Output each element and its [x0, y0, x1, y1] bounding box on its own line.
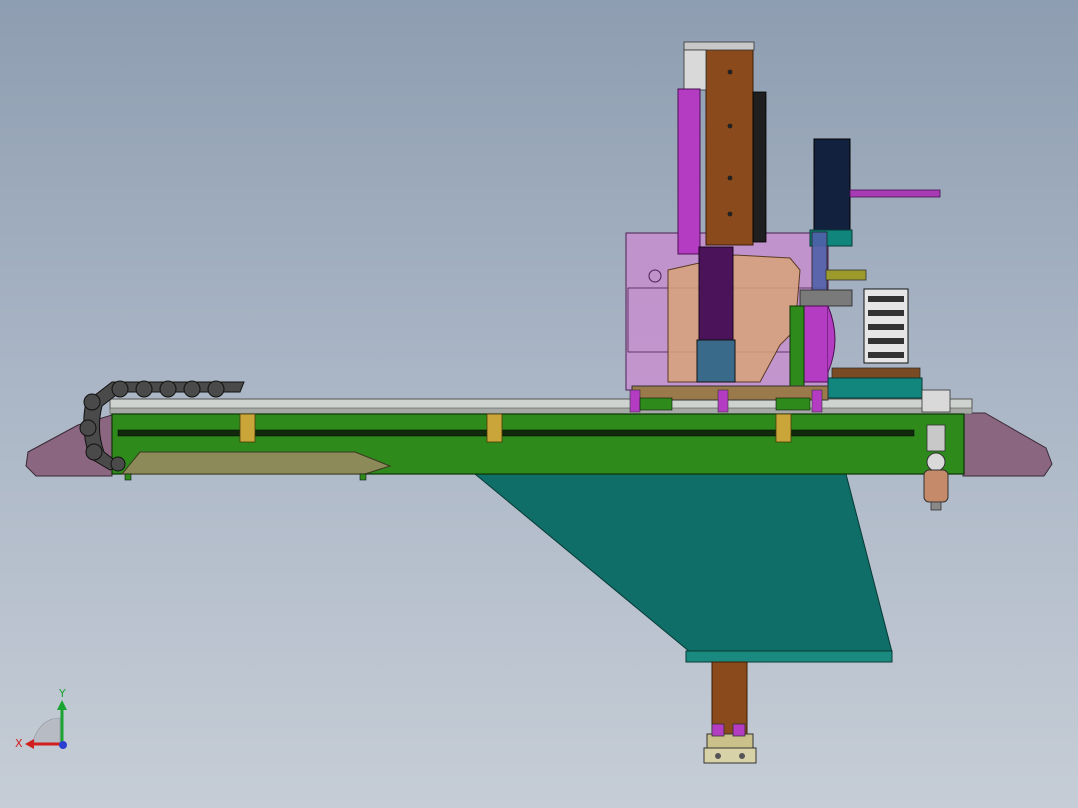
- servo-motor[interactable]: [813, 138, 851, 233]
- support-bracket-foot[interactable]: [685, 650, 893, 663]
- linear-rail[interactable]: [109, 398, 973, 410]
- support-bracket[interactable]: [473, 473, 893, 653]
- y-axis-arrow: [57, 700, 67, 710]
- triad-plane: [33, 717, 61, 745]
- y-axis-label: Y: [58, 687, 66, 700]
- beam-groove: [117, 429, 915, 437]
- inner-slide: [698, 246, 734, 343]
- gantry-robot-model[interactable]: [0, 0, 1078, 808]
- orientation-triad[interactable]: Y X: [12, 686, 82, 756]
- slide-block: [696, 339, 736, 383]
- chain-tray: [120, 451, 392, 475]
- drag-chain-small: [863, 288, 909, 364]
- x-axis-arrow: [25, 739, 34, 749]
- x-axis-label: X: [15, 737, 23, 750]
- z-axis-dot: [59, 741, 67, 749]
- cad-viewport[interactable]: Y X: [0, 0, 1078, 808]
- side-plate: [825, 269, 867, 281]
- end-cap-right[interactable]: [962, 412, 1053, 477]
- pneumatic-cylinder[interactable]: [677, 88, 701, 255]
